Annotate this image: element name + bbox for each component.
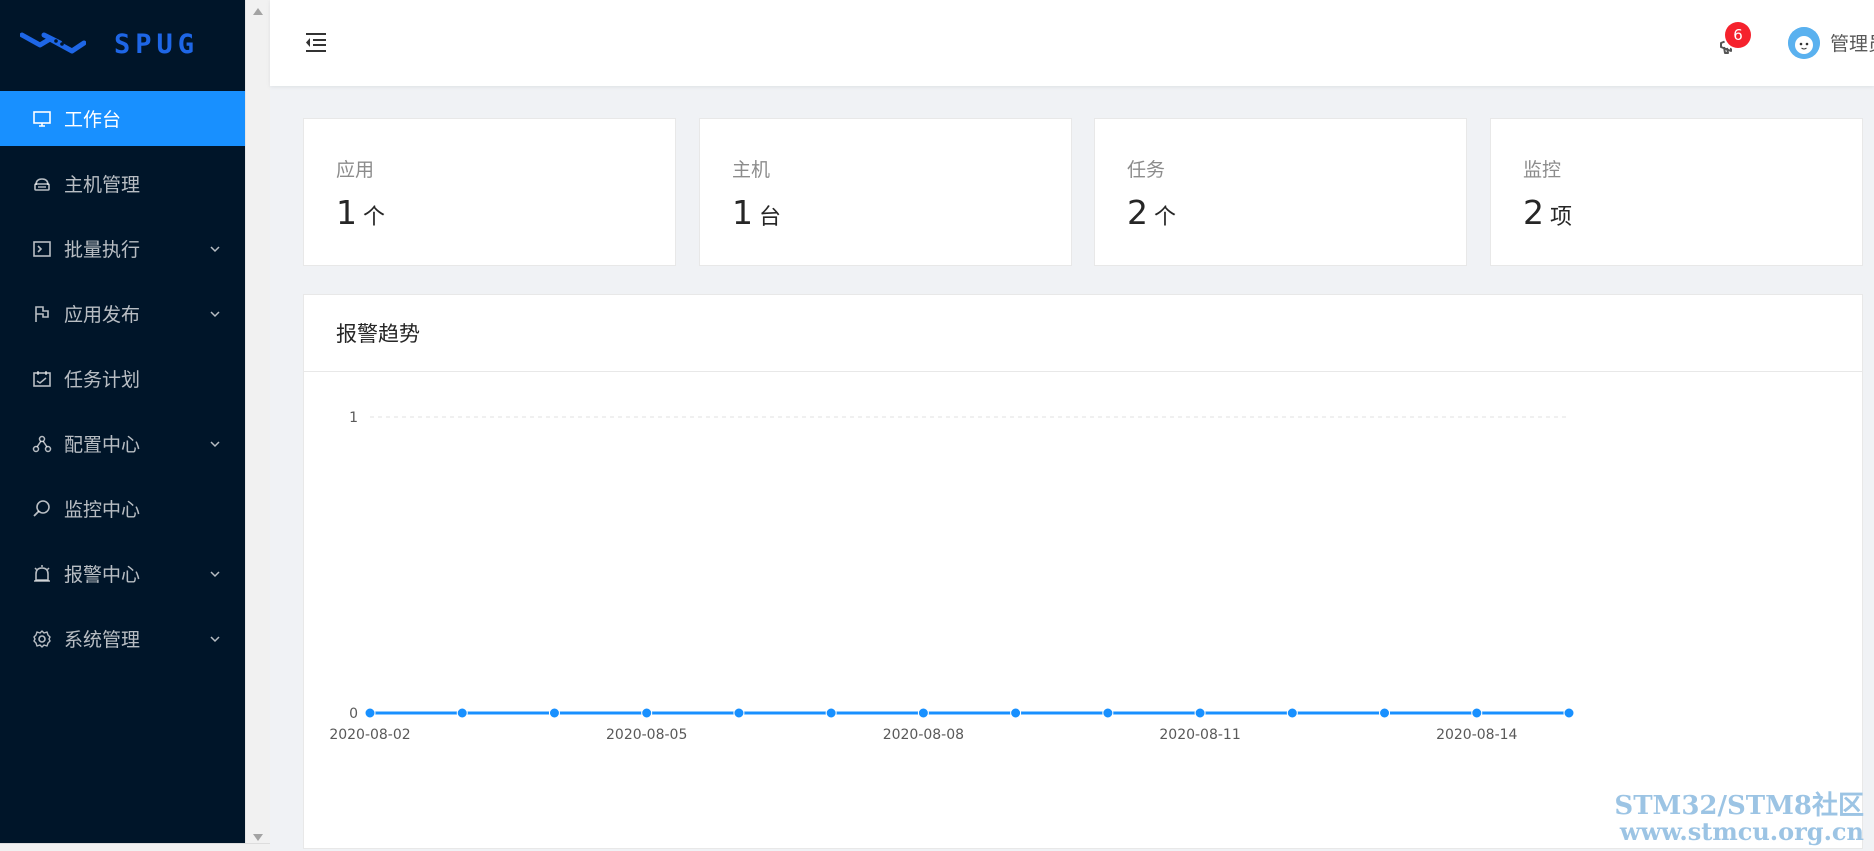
logo[interactable]: SPUG [0, 0, 245, 88]
sidebar-item-8[interactable]: 系统管理 [0, 611, 245, 666]
stat-label: 任务 [1127, 159, 1166, 181]
sidebar-item-6[interactable]: 监控中心 [0, 481, 245, 536]
chevron-down-icon[interactable] [209, 308, 221, 320]
data-point [1102, 707, 1114, 719]
logo-text: SPUG [114, 28, 200, 60]
monitor-search-icon [33, 499, 50, 517]
sidebar-item-label: 工作台 [64, 109, 122, 131]
alarm-trend-chart: 0 1 2020-08-02 2020-08-05 2020-08-08 2020-08-… [329, 410, 1575, 743]
sidebar-item-label: 主机管理 [64, 174, 141, 196]
setting-icon [33, 629, 51, 648]
notification-badge[interactable]: 6 [1725, 22, 1751, 48]
chevron-down-icon[interactable] [209, 633, 221, 645]
data-point [1471, 707, 1483, 719]
username[interactable]: 管理员 [1830, 29, 1874, 56]
stat-number: 1 [336, 193, 357, 232]
data-point [1010, 707, 1022, 719]
schedule-icon [33, 370, 51, 387]
watermark: STM32/STM8社区 www.stmcu.org.cn [1614, 793, 1864, 845]
data-point [1286, 707, 1298, 719]
sidebar-item-4[interactable]: 任务计划 [0, 351, 245, 406]
data-point [641, 707, 653, 719]
deployment-unit-icon [32, 435, 52, 452]
panel-header: 报警趋势 [304, 295, 1862, 372]
x-tick-label: 2020-08-02 [329, 727, 410, 743]
data-point [1563, 707, 1575, 719]
sidebar-item-label: 任务计划 [64, 369, 141, 391]
stat-label: 主机 [732, 159, 771, 181]
stat-card-tasks: 任务 2个 [1094, 118, 1467, 266]
user-avatar-icon [1788, 27, 1820, 59]
chevron-down-icon[interactable] [209, 568, 221, 580]
vertical-scrollbar[interactable] [245, 0, 270, 851]
stat-value: 2个 [1127, 193, 1176, 232]
data-point [733, 707, 745, 719]
data-point [456, 707, 468, 719]
stat-value: 1个 [336, 193, 385, 232]
data-point [548, 707, 560, 719]
data-point [917, 707, 929, 719]
stat-unit: 台 [759, 205, 782, 230]
stat-card-monitors: 监控 2项 [1490, 118, 1863, 266]
stat-label: 监控 [1523, 159, 1562, 181]
watermark-line1: STM32/STM8社区 [1614, 791, 1864, 821]
y-tick-label: 0 [349, 706, 358, 722]
stat-unit: 项 [1550, 205, 1573, 230]
data-point [1379, 707, 1391, 719]
sidebar-item-2[interactable]: 批量执行 [0, 221, 245, 276]
alert-icon [34, 564, 50, 582]
flag-icon [35, 305, 49, 322]
sidebar-item-label: 系统管理 [64, 629, 141, 651]
stat-unit: 个 [363, 205, 386, 230]
menu-fold-icon[interactable] [302, 30, 328, 54]
spug-logo-icon [20, 32, 86, 54]
desktop-icon [33, 110, 51, 127]
sidebar-item-7[interactable]: 报警中心 [0, 546, 245, 601]
sidebar-menu: 工作台主机管理批量执行应用发布任务计划配置中心监控中心报警中心系统管理 [0, 91, 245, 666]
data-point [1194, 707, 1206, 719]
stat-value: 1台 [732, 193, 781, 232]
chevron-down-icon[interactable] [209, 438, 221, 450]
stat-number: 2 [1523, 193, 1544, 232]
x-tick-label: 2020-08-14 [1436, 727, 1517, 743]
chevron-down-icon[interactable] [209, 243, 221, 255]
alarm-trend-panel: 报警趋势 0 1 2020-08-02 2020-08-05 2020-08-08 202… [303, 294, 1863, 849]
x-tick-label: 2020-08-11 [1159, 727, 1240, 743]
watermark-line2: www.stmcu.org.cn [1619, 817, 1864, 846]
sidebar-item-label: 应用发布 [64, 304, 141, 326]
sidebar-item-label: 配置中心 [64, 434, 141, 456]
stat-unit: 个 [1154, 205, 1177, 230]
data-point [364, 707, 376, 719]
sidebar-item-label: 批量执行 [64, 239, 141, 261]
stat-number: 2 [1127, 193, 1148, 232]
stat-card-apps: 应用 1个 [303, 118, 676, 266]
sidebar-item-0[interactable]: 工作台 [0, 91, 245, 146]
sidebar-item-label: 报警中心 [64, 564, 141, 586]
x-tick-label: 2020-08-08 [883, 727, 964, 743]
cloud-server-icon [34, 177, 50, 191]
scroll-up-arrow-icon[interactable] [253, 8, 263, 15]
sidebar-item-1[interactable]: 主机管理 [0, 156, 245, 211]
sidebar-item-3[interactable]: 应用发布 [0, 286, 245, 341]
sidebar: SPUG 工作台主机管理批量执行应用发布任务计划配置中心监控中心报警中心系统管理 [0, 0, 245, 851]
top-header: 6 管理员 [270, 0, 1874, 86]
panel-title: 报警趋势 [336, 322, 420, 346]
scroll-down-arrow-icon[interactable] [253, 834, 263, 841]
stat-card-hosts: 主机 1台 [699, 118, 1072, 266]
data-point [825, 707, 837, 719]
stat-number: 1 [732, 193, 753, 232]
sidebar-item-5[interactable]: 配置中心 [0, 416, 245, 471]
code-terminal-icon [33, 240, 51, 257]
sidebar-item-label: 监控中心 [64, 499, 141, 521]
avatar[interactable] [1788, 27, 1820, 59]
horizontal-scrollbar[interactable] [0, 843, 270, 851]
stat-value: 2项 [1523, 193, 1572, 232]
stat-label: 应用 [336, 159, 375, 181]
x-tick-label: 2020-08-05 [606, 727, 687, 743]
y-tick-label: 1 [349, 410, 358, 426]
